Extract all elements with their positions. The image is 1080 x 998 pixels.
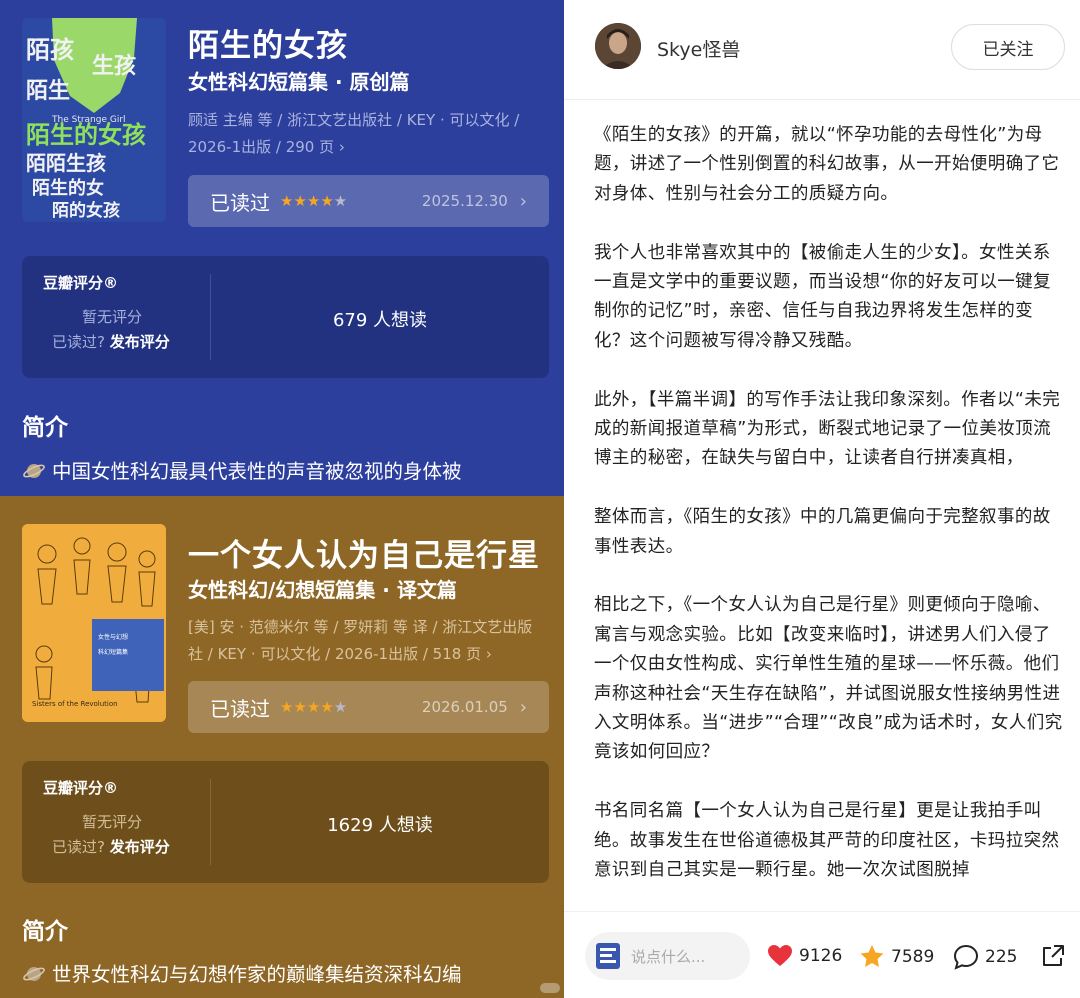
heart-icon — [768, 945, 792, 966]
svg-text:陌孩: 陌孩 — [26, 36, 74, 64]
rate-prompt[interactable]: 已读过? 发布评分 — [52, 331, 170, 352]
read-status-button[interactable]: 已读过 ★★★★★ 2025.12.30 › — [188, 175, 549, 227]
want-read-count: 679 人想读 — [332, 310, 428, 331]
comment-count: 225 — [985, 947, 1018, 967]
avatar[interactable] — [595, 23, 641, 69]
book-meta-line: [美] 安 · 范德米尔 等 / 罗妍莉 等 译 / 浙江文艺出版 — [188, 618, 533, 636]
book-cover[interactable]: 陌孩 生孩 陌生 陌生的女孩 The Strange Girl 陌陌生孩 陌生的… — [22, 18, 166, 222]
book-subtitle: 女性科幻短篇集 · 原创篇 — [188, 70, 410, 94]
review-body: 《陌生的女孩》的开篇，就以“怀孕功能的去母性化”为母题，讲述了一个性别倒置的科幻… — [594, 121, 1064, 909]
intro-line: 世界女性科幻与幻想作家的巅峰集结资深科幻编 — [52, 963, 462, 986]
rate-question: 已读过? — [52, 333, 105, 351]
book-meta[interactable]: 顾适 主编 等 / 浙江文艺出版社 / KEY · 可以文化 / 2026-1出… — [188, 107, 538, 161]
book-cover[interactable]: 女性与幻想 科幻短篇集 Sisters of the Revolution — [22, 524, 166, 722]
intro-line: 中国女性科幻最具代表性的声音被忽视的身体被 — [52, 460, 462, 483]
book-subtitle: 女性科幻/幻想短篇集 · 译文篇 — [188, 578, 457, 602]
rating-box: 豆瓣评分® 暂无评分 已读过? 发布评分 1629 人想读 — [22, 761, 549, 883]
review-panel: Skye怪兽 已关注 《陌生的女孩》的开篇，就以“怀孕功能的去母性化”为母题，讲… — [564, 0, 1080, 998]
svg-text:陌生的女: 陌生的女 — [32, 177, 104, 199]
author-name[interactable]: Skye怪兽 — [657, 35, 740, 62]
cover-english: Sisters of the Revolution — [32, 700, 118, 708]
star-icon — [860, 945, 884, 967]
read-status-label: 已读过 — [210, 190, 270, 215]
comment-placeholder: 说点什么... — [631, 947, 706, 966]
compose-icon — [596, 943, 620, 969]
scroll-indicator[interactable] — [540, 983, 560, 993]
intro-heading: 简介 — [22, 415, 68, 441]
comment-icon — [953, 944, 979, 970]
publish-rating-link[interactable]: 发布评分 — [110, 333, 170, 351]
rating-title: 豆瓣评分® — [43, 779, 119, 797]
publish-rating-link[interactable]: 发布评分 — [110, 838, 170, 856]
planet-icon — [23, 464, 45, 478]
review-paragraph: 整体而言，《陌生的女孩》中的几篇更偏向于完整叙事的故事性表达。 — [594, 507, 1051, 557]
rating-box: 豆瓣评分® 暂无评分 已读过? 发布评分 679 人想读 — [22, 256, 549, 378]
review-paragraph: 《陌生的女孩》的开篇，就以“怀孕功能的去母性化”为母题，讲述了一个性别倒置的科幻… — [594, 125, 1060, 204]
book-card-1[interactable]: 陌孩 生孩 陌生 陌生的女孩 The Strange Girl 陌陌生孩 陌生的… — [0, 0, 564, 496]
planet-icon — [23, 967, 45, 981]
book-title: 陌生的女孩 — [188, 28, 348, 64]
intro-text[interactable]: 世界女性科幻与幻想作家的巅峰集结资深科幻编 — [22, 958, 552, 991]
svg-text:陌生: 陌生 — [26, 79, 70, 104]
rating-none: 暂无评分 — [82, 813, 143, 831]
read-status-button[interactable]: 已读过 ★★★★★ 2026.01.05 › — [188, 681, 549, 733]
cover-title: 陌生的女孩 — [26, 121, 146, 149]
chevron-right-icon: › — [519, 696, 527, 718]
read-status-label: 已读过 — [210, 696, 270, 721]
like-button[interactable]: 9126 — [767, 944, 842, 968]
rating-none: 暂无评分 — [82, 308, 143, 326]
favorite-button[interactable]: 7589 — [859, 944, 934, 969]
book-meta[interactable]: [美] 安 · 范德米尔 等 / 罗妍莉 等 译 / 浙江文艺出版 社 / KE… — [188, 614, 538, 668]
read-date: 2025.12.30 — [421, 192, 508, 210]
svg-text:陌的女孩: 陌的女孩 — [52, 200, 120, 221]
review-paragraph: 此外，【半篇半调】的写作手法让我印象深刻。作者以“未完成的新闻报道草稿”为形式，… — [594, 389, 1061, 469]
share-icon[interactable] — [1040, 943, 1066, 969]
svg-text:科幻短篇集: 科幻短篇集 — [98, 648, 128, 656]
intro-text[interactable]: 中国女性科幻最具代表性的声音被忽视的身体被 — [22, 455, 552, 488]
svg-text:女性与幻想: 女性与幻想 — [98, 633, 128, 641]
book-meta-line: 社 / KEY · 可以文化 / 2026-1出版 / 518 页 › — [188, 645, 492, 663]
intro-heading: 简介 — [22, 919, 68, 945]
comment-button[interactable]: 225 — [953, 944, 1017, 970]
book-meta-line: 顾适 主编 等 / 浙江文艺出版社 / KEY · 可以文化 / — [188, 111, 520, 129]
author-header: Skye怪兽 已关注 — [564, 0, 1080, 100]
follow-button[interactable]: 已关注 — [951, 24, 1065, 70]
favorite-count: 7589 — [891, 946, 935, 967]
rate-prompt[interactable]: 已读过? 发布评分 — [52, 836, 170, 857]
comment-input[interactable]: 说点什么... — [585, 932, 750, 980]
bottom-action-bar: 说点什么... 9126 7589 225 — [564, 911, 1080, 998]
star-rating: ★★★★★ — [280, 698, 348, 716]
cover-english: The Strange Girl — [51, 115, 126, 125]
like-count: 9126 — [799, 946, 843, 966]
want-read-count: 1629 人想读 — [327, 815, 433, 836]
review-paragraph: 书名同名篇【一个女人认为自己是行星】更是让我拍手叫绝。故事发生在世俗道德极其严苛… — [594, 801, 1060, 881]
svg-text:生孩: 生孩 — [92, 53, 136, 79]
rating-title: 豆瓣评分® — [43, 274, 119, 292]
rate-question: 已读过? — [52, 838, 105, 856]
book-card-2[interactable]: 女性与幻想 科幻短篇集 Sisters of the Revolution 一个… — [0, 496, 564, 998]
svg-text:陌陌生孩: 陌陌生孩 — [26, 151, 106, 175]
book-panels: 陌孩 生孩 陌生 陌生的女孩 The Strange Girl 陌陌生孩 陌生的… — [0, 0, 564, 998]
star-rating: ★★★★★ — [280, 192, 348, 210]
review-paragraph: 相比之下，《一个女人认为自己是行星》则更倾向于隐喻、寓言与观念实验。比如【改变来… — [594, 595, 1063, 763]
chevron-right-icon: › — [519, 190, 527, 212]
read-date: 2026.01.05 — [421, 698, 508, 716]
book-title: 一个女人认为自己是行星 — [188, 538, 540, 574]
book-meta-line: 2026-1出版 / 290 页 › — [188, 138, 345, 156]
review-paragraph: 我个人也非常喜欢其中的【被偷走人生的少女】。女性关系一直是文学中的重要议题，而当… — [594, 242, 1051, 351]
